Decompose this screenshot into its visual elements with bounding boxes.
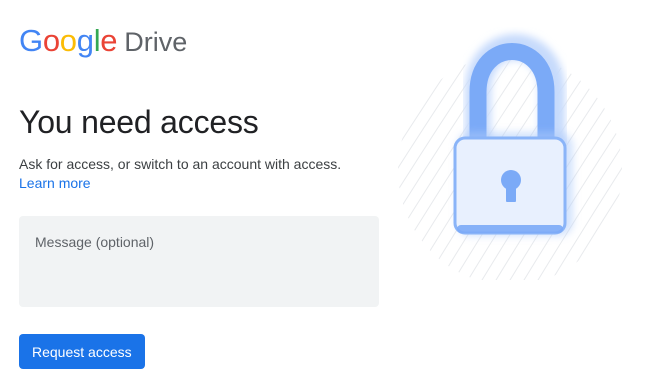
logo-letter: e [100, 23, 118, 58]
padlock-icon [398, 34, 635, 280]
access-subtitle: Ask for access, or switch to an account … [19, 156, 342, 172]
hatch-line [633, 50, 635, 280]
hatch-line [398, 55, 420, 280]
page-title: You need access [19, 104, 259, 140]
padlock-body-shadow [457, 225, 563, 233]
logo-letter: o [59, 23, 77, 58]
hatch-line [590, 55, 622, 280]
logo-letter: o [42, 23, 60, 58]
hatch-line [618, 55, 622, 280]
hatch-line [576, 55, 622, 280]
logo-letter: g [76, 23, 94, 58]
request-access-button[interactable]: Request access [19, 334, 145, 369]
learn-more-link[interactable]: Learn more [19, 174, 91, 192]
message-input[interactable] [19, 216, 379, 307]
product-name: Drive [124, 27, 188, 57]
google-drive-logo: Google Drive [19, 23, 187, 59]
hatch-line [398, 55, 448, 280]
logo-letter: G [19, 23, 43, 58]
google-wordmark: Google [19, 23, 118, 59]
